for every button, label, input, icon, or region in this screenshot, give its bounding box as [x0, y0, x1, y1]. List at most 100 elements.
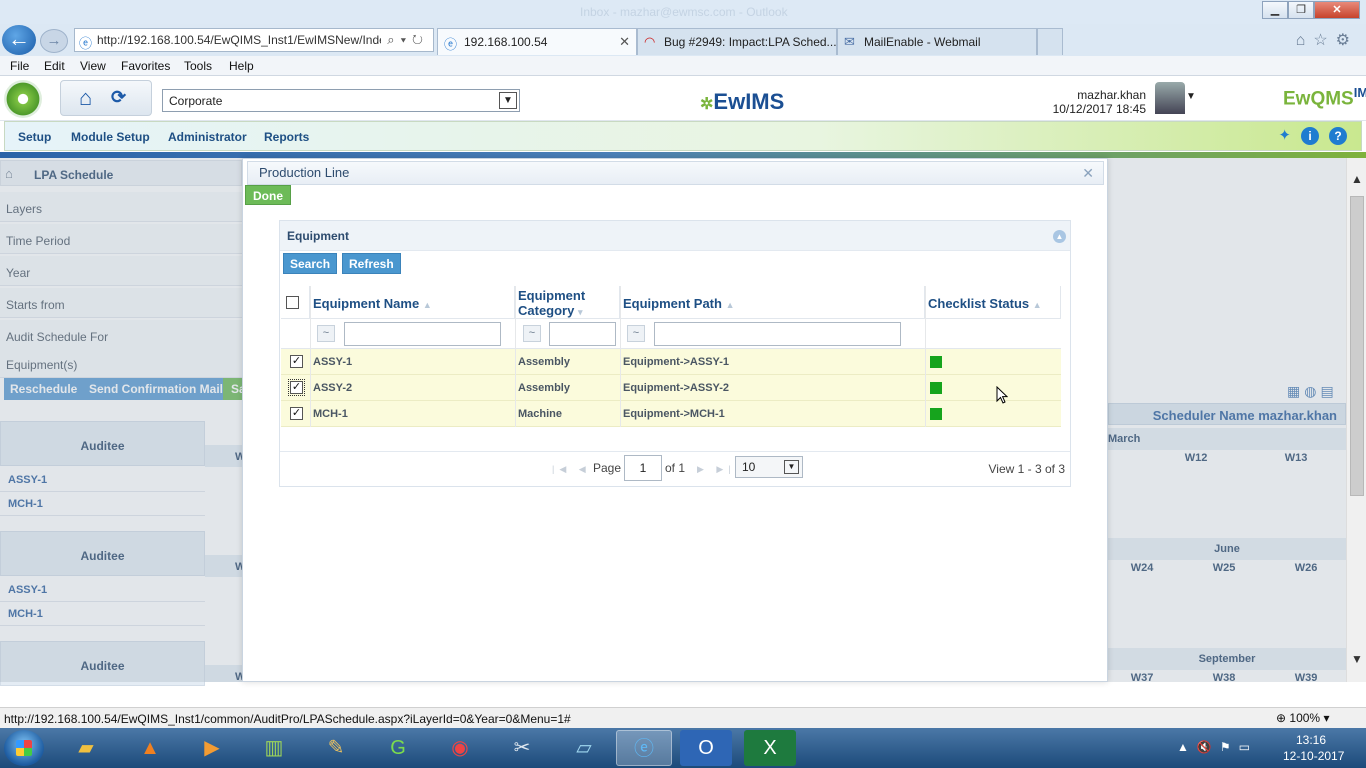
refresh-button[interactable]: Refresh	[342, 253, 401, 274]
filter-operator-button[interactable]: ~	[523, 325, 541, 342]
column-header-equipment-name[interactable]: Equipment Name ▲	[310, 286, 515, 319]
menu-edit[interactable]: Edit	[44, 59, 65, 73]
equipment-category-filter-input[interactable]	[549, 322, 616, 346]
forward-button[interactable]: →	[40, 29, 68, 53]
home-refresh-group: ⌂ ⟳	[60, 80, 152, 116]
chrome-taskbar-icon[interactable]: ◉	[432, 730, 488, 766]
menu-tools[interactable]: Tools	[184, 59, 212, 73]
tab-webmail[interactable]: ✉ MailEnable - Webmail	[837, 28, 1037, 55]
column-header-equipment-path[interactable]: Equipment Path ▲	[620, 286, 925, 319]
back-arrow-icon: ←	[8, 26, 30, 51]
filter-operator-button[interactable]: ~	[317, 325, 335, 342]
refresh-icon[interactable]: ⟳	[111, 87, 126, 108]
chevron-down-icon[interactable]: ▼	[784, 460, 799, 474]
minimize-button[interactable]: ▁	[1262, 1, 1288, 19]
media-player-taskbar-icon[interactable]: ▶	[184, 730, 240, 766]
address-url[interactable]: http://192.168.100.54/EwQIMS_Inst1/EwIMS…	[97, 33, 381, 47]
address-bar[interactable]: ⓔ http://192.168.100.54/EwQIMS_Inst1/EwI…	[74, 28, 434, 52]
table-row[interactable]: ✓ MCH-1 Machine Equipment->MCH-1	[281, 401, 1061, 427]
explorer-taskbar-icon[interactable]: ▰	[58, 730, 114, 766]
overlay-left	[0, 158, 242, 682]
back-button[interactable]: ←	[2, 25, 36, 55]
new-tab-button[interactable]	[1037, 28, 1063, 55]
favorites-star-icon[interactable]: ☆	[1313, 32, 1335, 49]
close-icon[interactable]: ✕	[1082, 165, 1094, 182]
tab-bug[interactable]: ◠ Bug #2949: Impact:LPA Sched...	[637, 28, 837, 55]
ewims-logo: ✲EwIMS	[700, 89, 785, 114]
pager-next-last-icons[interactable]: ▶ ▶|	[697, 464, 736, 475]
company-logo[interactable]	[4, 80, 42, 118]
equipment-name-filter-input[interactable]	[344, 322, 501, 346]
tab-close-icon[interactable]: ✕	[619, 34, 630, 50]
menu-favorites[interactable]: Favorites	[121, 59, 170, 73]
column-divider	[620, 286, 621, 427]
menu-help[interactable]: Help	[229, 59, 254, 73]
page-scrollbar[interactable]: ▲ ▼	[1346, 158, 1366, 682]
nav-administrator[interactable]: Administrator	[168, 130, 247, 144]
clock-date[interactable]: 12-10-2017	[1283, 749, 1344, 763]
user-menu-caret-icon[interactable]: ▼	[1186, 91, 1196, 102]
outlook-taskbar-icon[interactable]: O	[680, 730, 732, 766]
clock-time[interactable]: 13:16	[1296, 733, 1326, 747]
ie-taskbar-icon[interactable]: ⓔ	[616, 730, 672, 766]
system-tray-icons[interactable]: ▲🔇⚑▭	[1177, 740, 1258, 754]
excel-taskbar-icon[interactable]: X	[744, 730, 796, 766]
equipment-path-filter-input[interactable]	[654, 322, 901, 346]
start-button[interactable]	[4, 730, 44, 766]
paint-taskbar-icon[interactable]: ✎	[308, 730, 364, 766]
close-window-button[interactable]: ✕	[1314, 1, 1360, 19]
filter-operator-button[interactable]: ~	[627, 325, 645, 342]
window-titlebar: Inbox - mazhar@ewmsc.com - Outlook ▁ ❐ ✕	[0, 0, 1366, 24]
column-divider	[310, 286, 311, 427]
scroll-thumb[interactable]	[1350, 196, 1364, 496]
address-tools[interactable]: ⌕▾↻	[387, 32, 429, 48]
done-button[interactable]: Done	[245, 185, 291, 205]
nav-reports[interactable]: Reports	[264, 130, 309, 144]
zoom-icon: ⊕	[1276, 711, 1287, 725]
charts-taskbar-icon[interactable]: ▥	[246, 730, 302, 766]
home-icon[interactable]: ⌂	[1296, 32, 1314, 49]
search-button[interactable]: Search	[283, 253, 338, 274]
select-all-checkbox[interactable]	[286, 296, 299, 309]
greenshot-taskbar-icon[interactable]: G	[370, 730, 426, 766]
table-row[interactable]: ✓ ASSY-2 Assembly Equipment->ASSY-2	[281, 375, 1061, 401]
equipment-panel: Equipment ▲ Search Refresh Equipment Nam…	[279, 220, 1071, 487]
chevron-down-icon[interactable]: ▼	[499, 92, 517, 109]
windows-taskbar: ▰ ▲ ▶ ▥ ✎ G ◉ ✂ ▱ ⓔ O X ▲🔇⚑▭ 13:16 12-10…	[0, 728, 1366, 768]
avatar[interactable]	[1155, 82, 1185, 114]
notes-taskbar-icon[interactable]: ▱	[556, 730, 612, 766]
tab-label: MailEnable - Webmail	[864, 35, 981, 49]
nav-module-setup[interactable]: Module Setup	[71, 130, 150, 144]
row-checkbox[interactable]: ✓	[290, 407, 303, 420]
help-icon[interactable]: ?	[1329, 127, 1347, 145]
pager-first-prev-icons[interactable]: |◀ ◀	[552, 464, 591, 475]
column-header-equipment-category[interactable]: Equipment Category ▾	[515, 286, 620, 319]
pager-page-input[interactable]: 1	[624, 455, 662, 481]
pin-icon[interactable]: ✦	[1278, 126, 1291, 144]
page-size-select[interactable]: 10 ▼	[735, 456, 803, 478]
snipping-tool-taskbar-icon[interactable]: ✂	[494, 730, 550, 766]
settings-gear-icon[interactable]: ⚙	[1336, 32, 1358, 49]
nav-setup[interactable]: Setup	[18, 130, 51, 144]
menu-file[interactable]: File	[10, 59, 29, 73]
tab-current[interactable]: ⓔ 192.168.100.54 ✕	[437, 28, 637, 55]
column-header-checklist-status[interactable]: Checklist Status ▲	[925, 286, 1061, 319]
status-url: http://192.168.100.54/EwQIMS_Inst1/commo…	[4, 712, 571, 726]
scroll-up-icon[interactable]: ▲	[1351, 172, 1363, 186]
table-row[interactable]: ✓ ASSY-1 Assembly Equipment->ASSY-1	[281, 349, 1061, 375]
maximize-button[interactable]: ❐	[1288, 1, 1314, 19]
vlc-taskbar-icon[interactable]: ▲	[122, 730, 178, 766]
scroll-down-icon[interactable]: ▼	[1351, 652, 1363, 666]
info-icon[interactable]: i	[1301, 127, 1319, 145]
pager: |◀ ◀ Page 1 of 1 ▶ ▶| 10 ▼ View 1 - 3 of…	[280, 451, 1070, 487]
collapse-icon[interactable]: ▲	[1053, 230, 1066, 243]
cell-equipment-path: Equipment->MCH-1	[623, 408, 725, 420]
row-checkbox[interactable]: ✓	[288, 379, 305, 396]
row-checkbox[interactable]: ✓	[290, 355, 303, 368]
zoom-level[interactable]: ⊕ 100% ▾	[1276, 711, 1329, 725]
home-icon[interactable]: ⌂	[79, 85, 92, 111]
menu-view[interactable]: View	[80, 59, 106, 73]
column-divider	[925, 286, 926, 427]
organization-select[interactable]: Corporate ▼	[162, 89, 520, 112]
windows-logo-icon	[16, 740, 32, 756]
